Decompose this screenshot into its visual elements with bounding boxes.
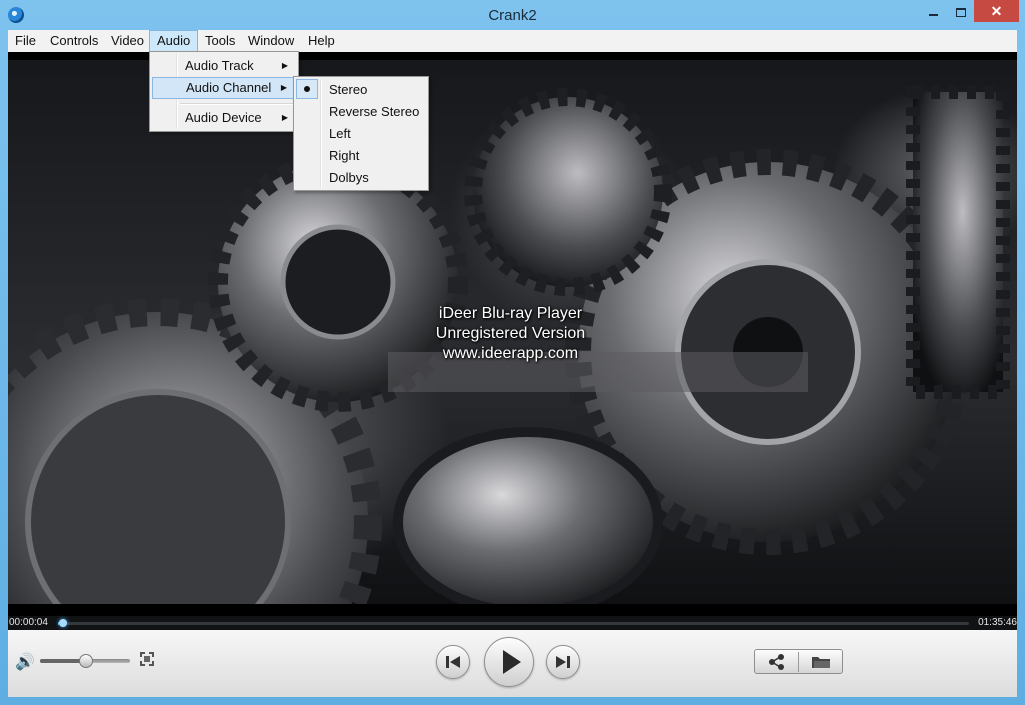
close-button[interactable]: ✕	[974, 0, 1019, 22]
menu-video[interactable]: Video	[104, 30, 151, 52]
menu-item-label: Stereo	[329, 82, 368, 97]
watermark-line-3: www.ideerapp.com	[442, 345, 579, 362]
volume-icon[interactable]: 🔊	[15, 652, 35, 672]
menu-item-audio-track[interactable]: Audio Track ▶	[152, 55, 296, 77]
control-bar: 🔊	[8, 630, 1017, 697]
previous-button[interactable]	[436, 645, 470, 679]
maximize-button[interactable]	[948, 0, 974, 22]
share-icon	[769, 654, 784, 670]
menu-audio[interactable]: Audio	[149, 30, 199, 52]
menu-item-label: Right	[329, 148, 360, 163]
elapsed-time: 00:00:04	[9, 617, 48, 628]
folder-icon	[812, 657, 830, 668]
menu-item-label: Reverse Stereo	[329, 104, 420, 119]
seek-track[interactable]	[58, 622, 969, 625]
next-button[interactable]	[546, 645, 580, 679]
menu-item-label: Audio Channel	[186, 80, 272, 95]
seek-bar: 00:00:04 01:35:46	[8, 616, 1017, 630]
menu-file[interactable]: File	[8, 30, 43, 52]
channel-option-reverse-stereo[interactable]: Reverse Stereo	[296, 101, 426, 123]
channel-option-right[interactable]: Right	[296, 145, 426, 167]
menu-window[interactable]: Window	[241, 30, 301, 52]
submenu-arrow-icon: ▶	[280, 83, 287, 92]
menu-help[interactable]: Help	[301, 30, 342, 52]
fullscreen-button[interactable]	[140, 652, 154, 666]
audio-menu-dropdown: Audio Track ▶ Audio Channel ▶ Audio Devi…	[149, 51, 299, 132]
watermark-text: iDeer Blu-ray Player Unregistered Versio…	[338, 304, 683, 364]
skip-back-icon	[446, 656, 460, 668]
video-area[interactable]: iDeer Blu-ray Player Unregistered Versio…	[8, 52, 1017, 616]
open-folder-button[interactable]	[799, 650, 843, 673]
app-window: Crank2 ✕ File Controls Video Audio Tools…	[0, 0, 1025, 705]
watermark-line-1: iDeer Blu-ray Player	[438, 305, 583, 322]
menu-item-label: Dolbys	[329, 170, 369, 185]
close-icon: ✕	[990, 3, 1003, 19]
title-bar: Crank2 ✕	[0, 0, 1025, 30]
submenu-arrow-icon: ▶	[281, 113, 288, 122]
submenu-arrow-icon: ▶	[281, 61, 288, 70]
menu-item-label: Audio Track	[185, 58, 254, 73]
minimize-icon	[928, 14, 938, 17]
audio-channel-submenu: Stereo Reverse Stereo Left Right Dolbys	[293, 76, 429, 191]
menu-item-label: Left	[329, 126, 351, 141]
menu-controls[interactable]: Controls	[43, 30, 105, 52]
skip-forward-icon	[556, 656, 570, 668]
share-open-group	[754, 649, 843, 674]
total-time: 01:35:46	[978, 617, 1017, 628]
menu-item-label: Audio Device	[185, 110, 262, 125]
channel-option-stereo[interactable]: Stereo	[296, 79, 426, 101]
menu-item-audio-device[interactable]: Audio Device ▶	[152, 107, 296, 129]
channel-option-dolbys[interactable]: Dolbys	[296, 167, 426, 189]
fullscreen-icon	[140, 652, 154, 666]
minimize-button[interactable]	[918, 0, 948, 22]
seek-handle[interactable]	[59, 619, 67, 627]
menu-separator	[180, 103, 294, 105]
window-title: Crank2	[488, 7, 537, 24]
play-button[interactable]	[484, 637, 534, 687]
menu-bar: File Controls Video Audio Tools Window H…	[8, 30, 1017, 53]
channel-option-left[interactable]: Left	[296, 123, 426, 145]
menu-item-audio-channel[interactable]: Audio Channel ▶	[152, 77, 296, 99]
volume-handle[interactable]	[79, 654, 93, 668]
menu-tools[interactable]: Tools	[198, 30, 242, 52]
maximize-icon	[956, 7, 966, 17]
watermark-line-2: Unregistered Version	[435, 325, 586, 342]
play-icon	[503, 650, 521, 674]
share-button[interactable]	[755, 650, 798, 673]
